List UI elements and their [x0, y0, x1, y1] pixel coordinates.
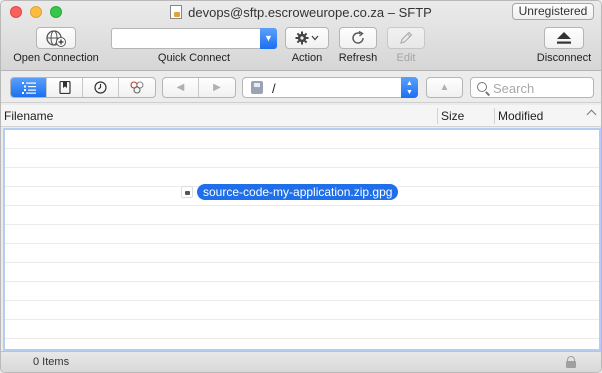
current-path: /: [272, 81, 276, 96]
forward-button[interactable]: ▶: [199, 78, 235, 97]
history-tab[interactable]: [83, 78, 119, 97]
file-name[interactable]: source-code-my-application.zip.gpg: [197, 184, 399, 200]
search-field[interactable]: [470, 77, 594, 98]
gear-icon: [295, 31, 319, 45]
list-row: [5, 263, 599, 282]
refresh-icon: [352, 30, 364, 44]
edit-label: Edit: [396, 52, 416, 64]
browser-view-tab[interactable]: [11, 78, 47, 97]
history-navigation-control: ◀ ▶: [162, 77, 236, 98]
globe-plus-icon: [46, 30, 66, 47]
parent-directory-button[interactable]: ▲: [426, 77, 463, 98]
column-filename[interactable]: Filename: [1, 105, 437, 127]
column-modified-label: Modified: [498, 109, 544, 123]
item-count: 0 Items: [33, 356, 70, 368]
bonjour-icon: [130, 81, 144, 94]
quick-connect-combobox[interactable]: ▼: [111, 28, 277, 49]
status-bar: 0 Items: [1, 351, 601, 372]
bookmark-icon: [58, 81, 71, 94]
action-label: Action: [291, 52, 323, 64]
file-table-header: Filename Size Modified: [1, 105, 601, 127]
disconnect-button[interactable]: [544, 27, 584, 49]
dragged-file-item[interactable]: source-code-my-application.zip.gpg: [181, 184, 399, 200]
encrypted-file-icon: [181, 186, 193, 198]
refresh-label: Refresh: [338, 52, 378, 64]
list-row: [5, 206, 599, 225]
list-row: [5, 282, 599, 301]
open-connection-label: Open Connection: [13, 52, 99, 64]
disk-icon: [251, 81, 263, 94]
list-row: [5, 301, 599, 320]
list-row: [5, 130, 599, 149]
search-icon: [477, 82, 487, 92]
up-down-chevron-icon: ▲ ▼: [401, 77, 418, 98]
sftp-browser-window: devops@sftp.escroweurope.co.za – SFTP Un…: [0, 0, 602, 373]
document-icon: [170, 5, 183, 19]
quick-connect-label: Quick Connect: [157, 52, 231, 64]
list-row: [5, 320, 599, 339]
refresh-button[interactable]: [339, 27, 377, 49]
action-button[interactable]: [285, 27, 329, 49]
file-browser-list[interactable]: source-code-my-application.zip.gpg: [3, 128, 601, 351]
chevron-down-icon[interactable]: ▼: [260, 28, 277, 49]
list-row: [5, 149, 599, 168]
window-title-area: devops@sftp.escroweurope.co.za – SFTP: [1, 4, 601, 22]
navigation-bar: ◀ ▶ / ▲ ▼ ▲: [1, 71, 601, 103]
clock-icon: [94, 81, 107, 94]
list-row: [5, 225, 599, 244]
open-connection-button[interactable]: [36, 27, 76, 49]
list-row: [5, 244, 599, 263]
bonjour-tab[interactable]: [119, 78, 155, 97]
outline-list-icon: [21, 81, 36, 94]
view-mode-segmented-control: [10, 77, 156, 98]
column-modified[interactable]: Modified: [495, 105, 601, 127]
eject-icon: [557, 32, 571, 44]
edit-button[interactable]: [387, 27, 425, 49]
path-popup-button[interactable]: / ▲ ▼: [242, 77, 418, 98]
search-input[interactable]: [493, 80, 589, 96]
title-bar-toolbar: devops@sftp.escroweurope.co.za – SFTP Un…: [1, 1, 601, 71]
disconnect-label: Disconnect: [536, 52, 592, 64]
pencil-icon: [400, 31, 413, 44]
lock-icon[interactable]: [566, 356, 576, 368]
sort-ascending-icon: [586, 109, 597, 120]
column-size[interactable]: Size: [438, 105, 494, 127]
unregistered-badge[interactable]: Unregistered: [512, 3, 594, 20]
window-title: devops@sftp.escroweurope.co.za – SFTP: [188, 5, 432, 20]
back-button[interactable]: ◀: [163, 78, 199, 97]
bookmarks-tab[interactable]: [47, 78, 83, 97]
